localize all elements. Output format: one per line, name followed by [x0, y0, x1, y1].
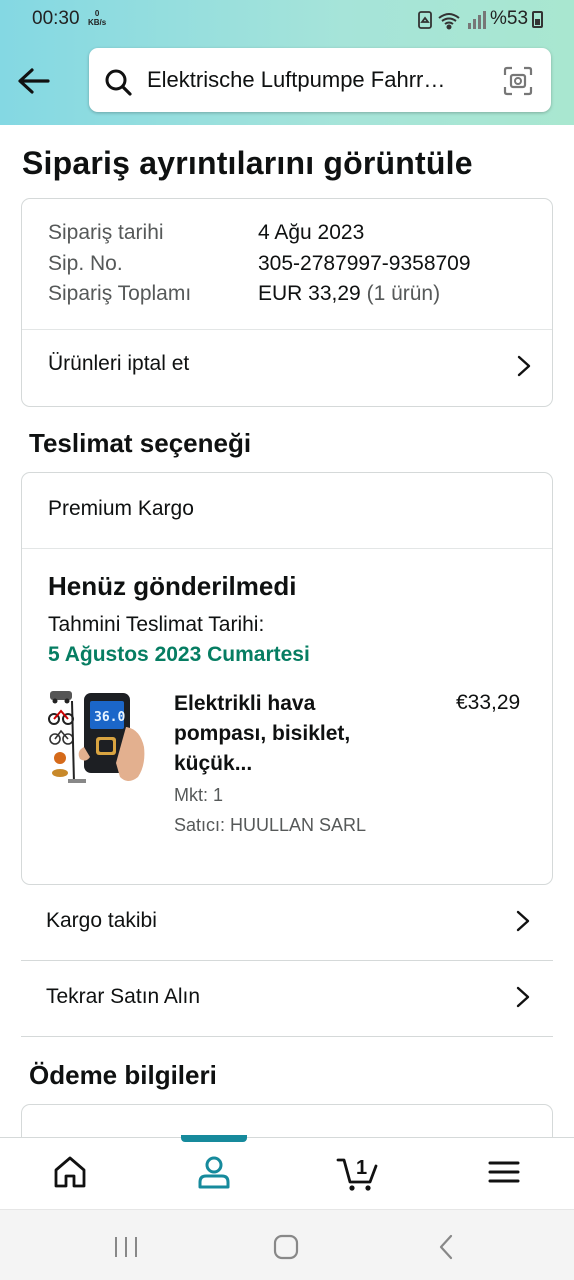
- battery-icon: [532, 11, 543, 28]
- product-title-line: pompası, bisiklet,: [174, 722, 351, 745]
- divider: [22, 548, 552, 549]
- product-title-line: küçük...: [174, 752, 253, 775]
- account-icon[interactable]: [194, 1152, 234, 1192]
- estimated-delivery-label: Tahmini Teslimat Tarihi:: [48, 613, 265, 636]
- product-quantity: Mkt: 1: [174, 785, 224, 805]
- home-icon[interactable]: [50, 1152, 90, 1192]
- delivery-section-title: Teslimat seçeneği: [29, 428, 252, 458]
- order-total-label: Sipariş Toplamı: [48, 282, 192, 305]
- search-query[interactable]: Elektrische Luftpumpe Fahrr…: [147, 67, 497, 93]
- cart-count: 1: [356, 1157, 367, 1179]
- network-speed: 0 KB/s: [88, 9, 107, 27]
- track-package-row[interactable]: Kargo takibi: [21, 885, 553, 961]
- track-package-label: Kargo takibi: [46, 909, 157, 932]
- product-title[interactable]: Elektrikli hava pompası, bisiklet, küçük…: [174, 689, 404, 779]
- product-title-line: Elektrikli hava: [174, 692, 316, 715]
- wifi-icon: [438, 13, 460, 30]
- system-navigation-bar: [0, 1209, 574, 1280]
- bottom-navigation: 1: [0, 1135, 574, 1209]
- back-arrow-icon[interactable]: [14, 62, 54, 100]
- order-date-label: Sipariş tarihi: [48, 221, 164, 244]
- home-button-icon[interactable]: [271, 1232, 301, 1262]
- status-time: 00:30: [32, 8, 80, 29]
- cancel-items-label: Ürünleri iptal et: [48, 352, 190, 375]
- cancel-items-row[interactable]: Ürünleri iptal et: [22, 330, 552, 406]
- app-header: 00:30 0 KB/s %53 Elektrische Luftpumpe F…: [0, 0, 574, 125]
- order-total-items: (1 ürün): [366, 282, 441, 305]
- svg-text:36.0: 36.0: [94, 710, 125, 725]
- chevron-right-icon: [516, 986, 530, 1008]
- battery-percent: %53: [490, 8, 529, 29]
- product-image[interactable]: 36.0: [48, 687, 152, 791]
- search-icon[interactable]: [104, 68, 132, 96]
- delivery-method: Premium Kargo: [48, 497, 194, 520]
- recents-icon[interactable]: [111, 1232, 141, 1262]
- status-icons: [418, 11, 486, 30]
- buy-again-row[interactable]: Tekrar Satın Alın: [21, 961, 553, 1037]
- page-title: Sipariş ayrıntılarını görüntüle: [22, 145, 473, 181]
- order-number-value: 305-2787997-9358709: [258, 252, 471, 275]
- payment-section-title: Ödeme bilgileri: [29, 1060, 217, 1090]
- signal-icon: [468, 11, 486, 29]
- product-price: €33,29: [456, 691, 521, 714]
- shipment-status: Henüz gönderilmedi: [48, 571, 297, 601]
- recycle-icon: [418, 11, 432, 29]
- order-number-label: Sip. No.: [48, 252, 123, 275]
- search-input[interactable]: Elektrische Luftpumpe Fahrr…: [89, 48, 551, 112]
- buy-again-label: Tekrar Satın Alın: [46, 985, 201, 1008]
- menu-icon[interactable]: [484, 1152, 524, 1192]
- active-tab-indicator: [181, 1135, 247, 1142]
- camera-search-icon[interactable]: [503, 66, 533, 96]
- order-date-value: 4 Ağu 2023: [258, 221, 365, 244]
- status-bar: 00:30 0 KB/s %53: [0, 0, 574, 40]
- product-seller: Satıcı: HUULLAN SARL: [174, 815, 367, 835]
- order-total: EUR 33,29 (1 ürün): [258, 282, 440, 306]
- chevron-right-icon: [517, 355, 531, 377]
- order-total-value: EUR 33,29: [258, 282, 361, 305]
- estimated-delivery-date: 5 Ağustos 2023 Cumartesi: [48, 643, 310, 666]
- delivery-card: Premium Kargo Henüz gönderilmedi Tahmini…: [21, 472, 553, 885]
- cart-icon[interactable]: 1: [336, 1152, 380, 1192]
- back-nav-icon[interactable]: [432, 1232, 462, 1262]
- order-summary-card: Sipariş tarihi 4 Ağu 2023 Sip. No. 305-2…: [21, 198, 553, 407]
- chevron-right-icon: [516, 910, 530, 932]
